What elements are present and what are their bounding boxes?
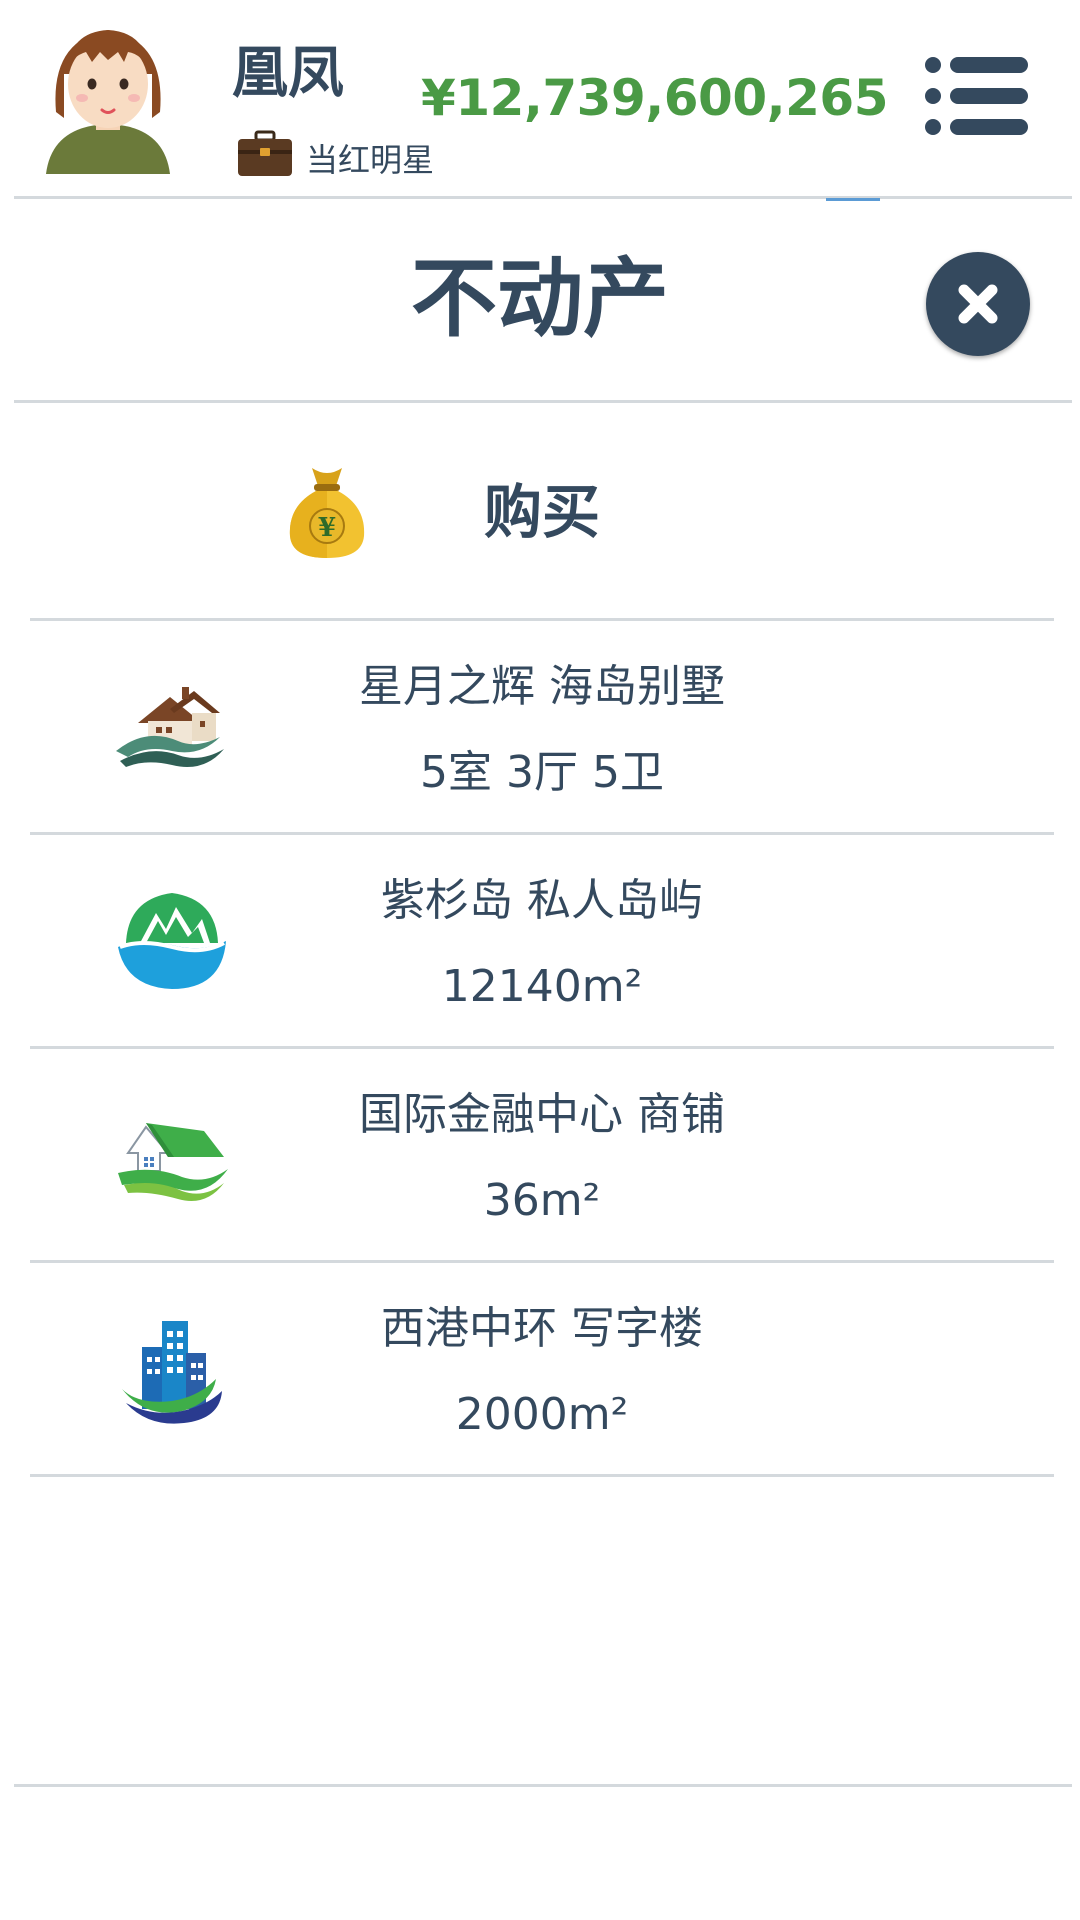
property-name: 国际金融中心 商铺 bbox=[359, 1089, 725, 1140]
property-item[interactable]: 紫杉岛 私人岛屿 12140m² bbox=[30, 832, 1054, 1046]
player-name: 凰凤 bbox=[232, 41, 344, 106]
property-item[interactable]: 西港中环 写字楼 2000m² bbox=[30, 1260, 1054, 1477]
header-accent-mark bbox=[826, 198, 880, 201]
panel-title: 不动产 bbox=[411, 249, 669, 349]
property-list: 星月之辉 海岛别墅 5室 3厅 5卫 紫杉岛 私人岛屿 12140m² 国际金融… bbox=[30, 618, 1054, 1477]
job-title: 当红明星 bbox=[306, 141, 435, 179]
avatar[interactable] bbox=[44, 14, 172, 178]
property-item[interactable]: 星月之辉 海岛别墅 5室 3厅 5卫 bbox=[30, 618, 1054, 832]
buy-label: 购买 bbox=[483, 478, 600, 546]
header-divider bbox=[14, 196, 1072, 199]
property-name: 西港中环 写字楼 bbox=[381, 1303, 703, 1354]
title-divider bbox=[14, 400, 1072, 403]
briefcase-icon bbox=[238, 130, 292, 176]
property-detail: 12140m² bbox=[441, 961, 643, 1012]
property-detail: 5室 3厅 5卫 bbox=[420, 747, 664, 798]
buy-property-button[interactable]: ¥ 购买 bbox=[30, 404, 1054, 618]
bottom-divider bbox=[14, 1784, 1072, 1787]
property-detail: 36m² bbox=[483, 1175, 601, 1226]
player-header: 凰凤 当红明星 ¥12,739,600,265 bbox=[0, 0, 1080, 201]
menu-list-icon[interactable] bbox=[924, 56, 1030, 136]
property-detail: 2000m² bbox=[455, 1389, 629, 1440]
property-item[interactable]: 国际金融中心 商铺 36m² bbox=[30, 1046, 1054, 1260]
money-balance: ¥12,739,600,265 bbox=[421, 69, 888, 127]
close-icon bbox=[958, 284, 998, 324]
game-screen: 凰凤 当红明星 ¥12,739,600,265 不动产 ¥ 购买 星月之辉 海岛… bbox=[0, 0, 1080, 1920]
close-button[interactable] bbox=[926, 252, 1030, 356]
property-name: 紫杉岛 私人岛屿 bbox=[381, 875, 703, 926]
property-name: 星月之辉 海岛别墅 bbox=[359, 661, 725, 712]
